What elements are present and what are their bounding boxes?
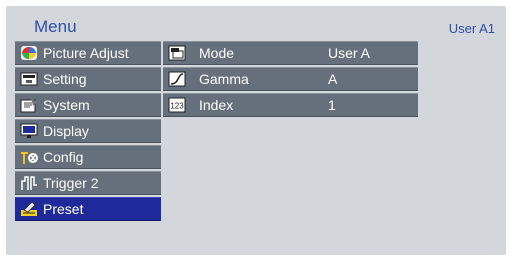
submenu-row-gamma[interactable]: Gamma A <box>163 67 418 91</box>
menu-item-picture-adjust[interactable]: Picture Adjust <box>15 41 161 65</box>
menu-item-label: Setting <box>43 71 87 87</box>
preset-submenu: Mode User A Gamma A 123 Index 1 <box>163 41 418 119</box>
user-mode-label: User A1 <box>448 21 495 36</box>
submenu-row-label: Index <box>199 97 234 113</box>
setting-icon <box>19 70 39 88</box>
picture-adjust-icon <box>19 44 39 62</box>
preset-icon <box>19 200 39 218</box>
submenu-row-value: User A <box>328 45 371 61</box>
menu-item-label: Config <box>43 149 84 165</box>
trigger-icon <box>19 174 39 192</box>
menu-item-label: Display <box>43 123 89 139</box>
menu-item-label: Picture Adjust <box>43 45 129 61</box>
display-icon <box>19 122 39 140</box>
system-icon <box>19 96 39 114</box>
menu-item-label: System <box>43 97 90 113</box>
menu-item-label: Trigger 2 <box>43 175 99 191</box>
submenu-row-value: A <box>328 71 338 87</box>
menu-item-trigger-2[interactable]: Trigger 2 <box>15 171 161 195</box>
osd-menu-window: Menu User A1 Picture Adjust Setting Syst… <box>6 6 506 255</box>
menu-item-config[interactable]: Config <box>15 145 161 169</box>
menu-item-label: Preset <box>43 201 84 217</box>
menu-item-display[interactable]: Display <box>15 119 161 143</box>
config-icon <box>19 148 39 166</box>
submenu-row-mode[interactable]: Mode User A <box>163 41 418 65</box>
menu-title: Menu <box>34 17 77 36</box>
submenu-row-label: Gamma <box>199 71 249 87</box>
submenu-row-label: Mode <box>199 45 235 61</box>
submenu-row-value: 1 <box>328 97 336 113</box>
menu-item-setting[interactable]: Setting <box>15 67 161 91</box>
index-icon-text: 123 <box>170 102 184 111</box>
menu-item-preset[interactable]: Preset <box>15 197 161 221</box>
menu-item-system[interactable]: System <box>15 93 161 117</box>
index-icon: 123 <box>167 96 187 114</box>
mode-icon <box>167 44 187 62</box>
main-menu: Picture Adjust Setting System Display Co… <box>15 41 161 223</box>
submenu-row-index[interactable]: 123 Index 1 <box>163 93 418 117</box>
gamma-icon <box>167 70 187 88</box>
